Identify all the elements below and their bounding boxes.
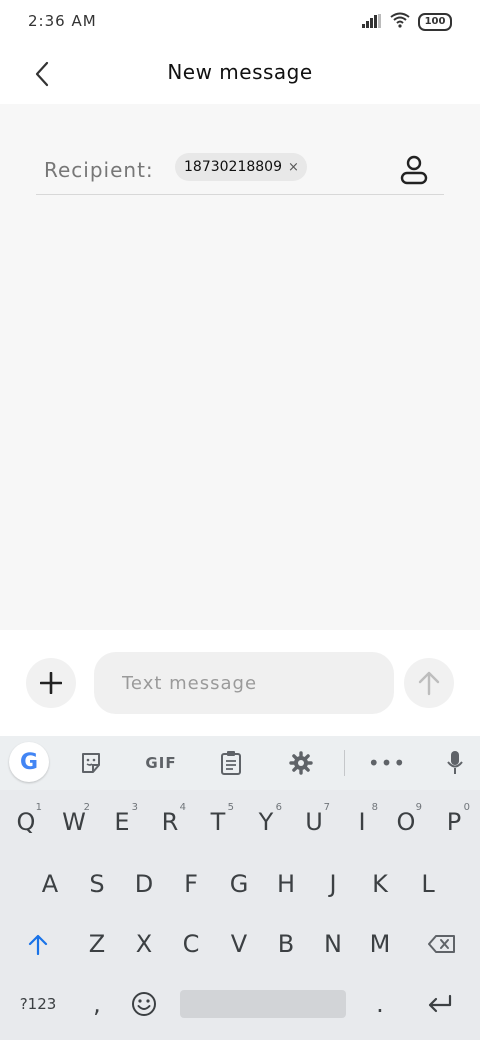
arrow-up-icon xyxy=(28,934,48,955)
key-hint: 4 xyxy=(179,802,186,813)
gear-icon xyxy=(289,751,313,775)
key-q[interactable]: Q1 xyxy=(4,796,48,848)
key-o[interactable]: O9 xyxy=(384,796,428,848)
voice-input-button[interactable] xyxy=(436,744,474,782)
key-hint: 2 xyxy=(83,802,90,813)
key-label: R xyxy=(161,808,179,836)
microphone-icon xyxy=(447,751,463,774)
enter-key[interactable] xyxy=(418,978,462,1030)
key-i[interactable]: I8 xyxy=(340,796,384,848)
app-header: New message xyxy=(0,44,480,104)
key-hint: 1 xyxy=(35,802,42,813)
attach-button[interactable] xyxy=(26,658,76,708)
key-z[interactable]: Z xyxy=(75,918,119,970)
page-title: New message xyxy=(167,60,313,84)
clipboard-button[interactable] xyxy=(212,744,250,782)
key-w[interactable]: W2 xyxy=(52,796,96,848)
person-icon xyxy=(400,155,428,185)
key-v[interactable]: V xyxy=(217,918,261,970)
arrow-up-icon xyxy=(418,671,440,696)
backspace-icon xyxy=(428,935,455,953)
key-hint: 5 xyxy=(227,802,234,813)
plus-icon xyxy=(40,672,62,694)
key-a[interactable]: A xyxy=(28,858,72,910)
sticker-button[interactable] xyxy=(72,744,110,782)
recipient-row: Recipient: 18730218809 × xyxy=(36,148,444,195)
key-g[interactable]: G xyxy=(217,858,261,910)
key-label: Q xyxy=(16,808,36,836)
key-hint: 0 xyxy=(463,802,470,813)
key-m[interactable]: M xyxy=(358,918,402,970)
key-j[interactable]: J xyxy=(311,858,355,910)
key-p[interactable]: P0 xyxy=(432,796,476,848)
smiley-icon xyxy=(132,992,156,1016)
key-y[interactable]: Y6 xyxy=(244,796,288,848)
more-button[interactable]: ••• xyxy=(368,744,406,782)
comma-key[interactable]: , xyxy=(75,978,119,1030)
key-k[interactable]: K xyxy=(358,858,402,910)
key-f[interactable]: F xyxy=(169,858,213,910)
status-icons: 100 xyxy=(362,10,452,34)
key-label: E xyxy=(114,808,130,836)
key-label: U xyxy=(305,808,323,836)
key-t[interactable]: T5 xyxy=(196,796,240,848)
composer-bar xyxy=(0,630,480,736)
shift-key[interactable] xyxy=(16,918,60,970)
key-n[interactable]: N xyxy=(311,918,355,970)
key-b[interactable]: B xyxy=(264,918,308,970)
signal-icon xyxy=(362,13,382,32)
status-time: 2:36 AM xyxy=(28,12,97,30)
key-hint: 8 xyxy=(371,802,378,813)
keyboard: G GIF ••• Q 1 W 2 E 3 R 4 T 5 Y 6 U 7 I … xyxy=(0,736,480,1040)
recipient-chip[interactable]: 18730218809 × xyxy=(175,153,307,181)
key-u[interactable]: U7 xyxy=(292,796,336,848)
key-label: W xyxy=(62,808,86,836)
enter-icon xyxy=(428,994,452,1013)
recipient-label: Recipient: xyxy=(44,158,154,182)
key-label: T xyxy=(210,808,226,836)
key-label: O xyxy=(396,808,416,836)
key-r[interactable]: R4 xyxy=(148,796,192,848)
key-hint: 7 xyxy=(323,802,330,813)
send-button[interactable] xyxy=(404,658,454,708)
key-d[interactable]: D xyxy=(122,858,166,910)
google-icon[interactable]: G xyxy=(9,742,49,782)
key-c[interactable]: C xyxy=(169,918,213,970)
settings-button[interactable] xyxy=(282,744,320,782)
key-e[interactable]: E3 xyxy=(100,796,144,848)
key-s[interactable]: S xyxy=(75,858,119,910)
contacts-button[interactable] xyxy=(396,152,432,188)
battery-icon: 100 xyxy=(418,13,452,31)
key-hint: 3 xyxy=(131,802,138,813)
status-bar: 2:36 AM 100 xyxy=(0,0,480,44)
key-label: Y xyxy=(258,808,274,836)
message-content-area: Recipient: 18730218809 × xyxy=(0,104,480,630)
key-h[interactable]: H xyxy=(264,858,308,910)
sticker-icon xyxy=(82,753,100,773)
wifi-icon xyxy=(390,12,410,32)
gif-button[interactable]: GIF xyxy=(142,744,180,782)
symbols-key[interactable]: ?123 xyxy=(16,978,60,1030)
emoji-key[interactable] xyxy=(122,978,166,1030)
period-key[interactable]: . xyxy=(358,978,402,1030)
key-hint: 9 xyxy=(415,802,422,813)
backspace-key[interactable] xyxy=(420,918,464,970)
key-label: P xyxy=(446,808,462,836)
toolbar-divider xyxy=(344,750,345,776)
close-icon[interactable]: × xyxy=(288,161,299,174)
clipboard-icon xyxy=(221,751,241,775)
key-hint: 6 xyxy=(275,802,282,813)
key-l[interactable]: L xyxy=(406,858,450,910)
space-key[interactable] xyxy=(180,990,346,1018)
keyboard-toolbar: G GIF ••• xyxy=(0,736,480,790)
key-label: I xyxy=(358,808,366,836)
key-x[interactable]: X xyxy=(122,918,166,970)
recipient-chip-number: 18730218809 xyxy=(184,159,282,175)
message-input[interactable] xyxy=(94,652,394,714)
